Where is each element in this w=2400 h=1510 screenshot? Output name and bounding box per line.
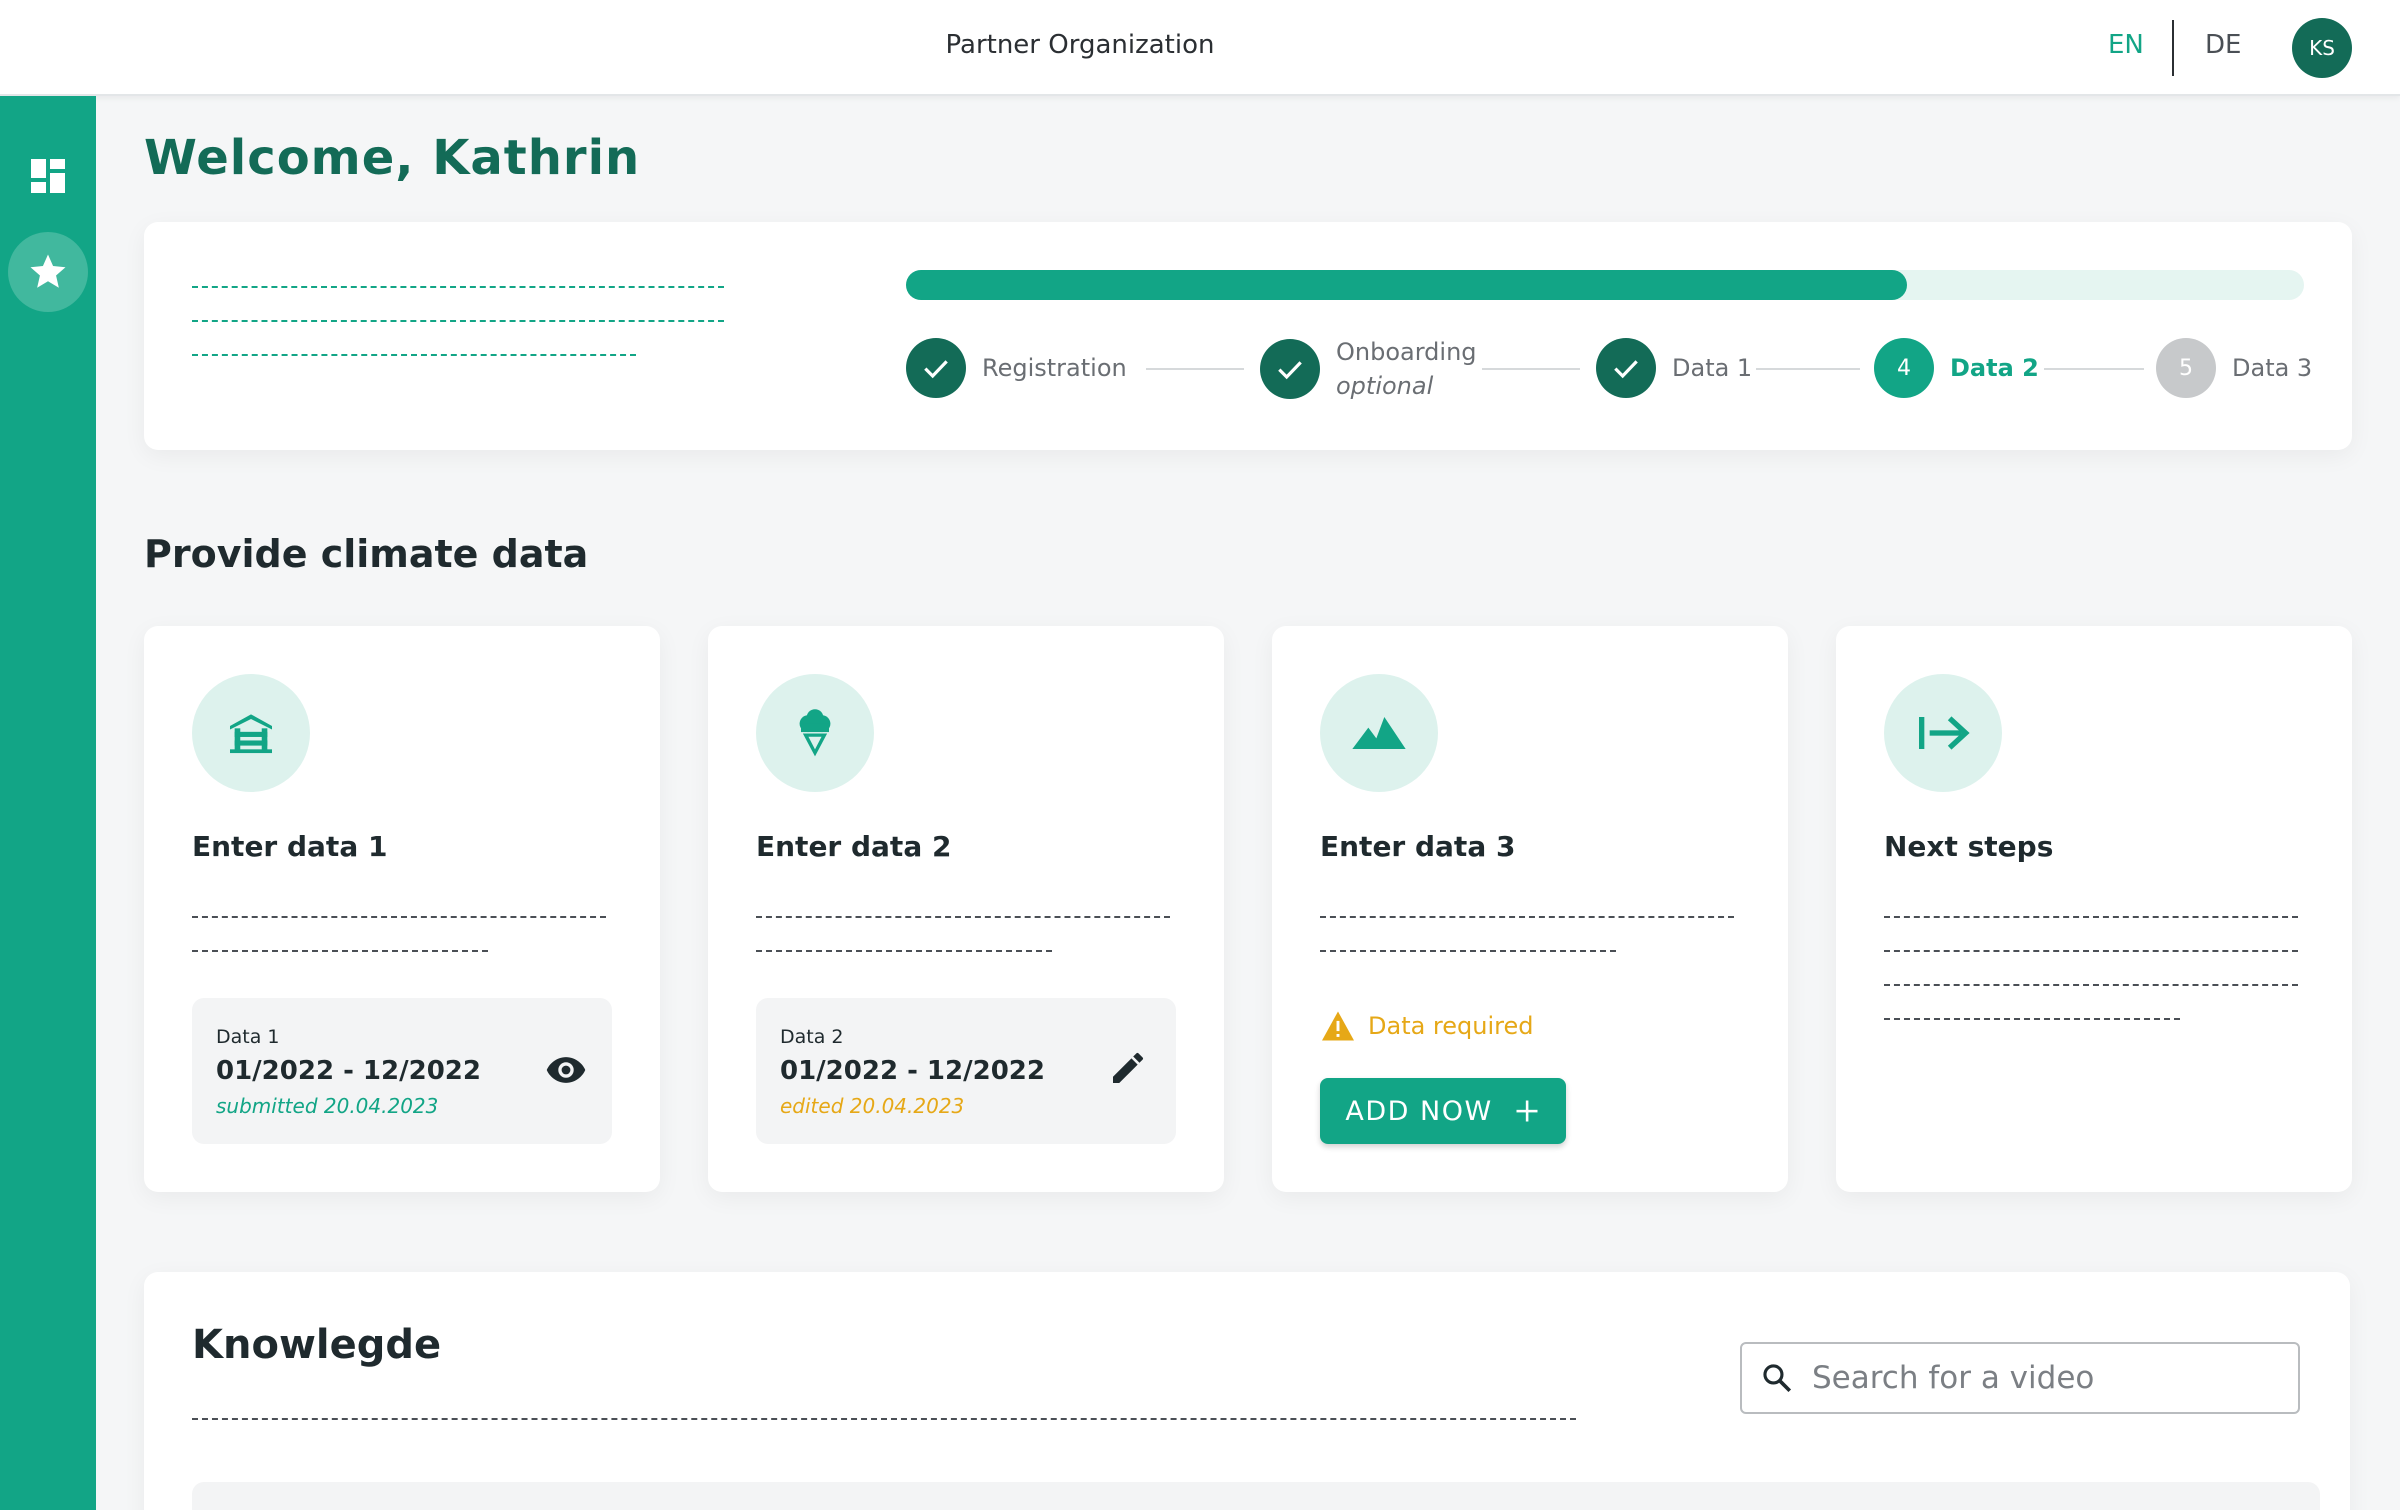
step-registration[interactable]: Registration	[906, 338, 1127, 398]
data-status: edited 20.04.2023	[780, 1094, 965, 1118]
warning-message: Data required	[1320, 1010, 1534, 1042]
pencil-icon[interactable]	[1108, 1048, 1152, 1092]
arrow-right-to-bar-icon	[1884, 674, 2002, 792]
step-connector	[1146, 368, 1244, 370]
step-connector	[1756, 368, 1860, 370]
placeholder-text-line	[192, 950, 488, 952]
data-label: Data 1	[216, 1026, 280, 1048]
placeholder-text-line	[1884, 950, 2298, 952]
knowledge-content-area	[192, 1482, 2320, 1510]
step-connector	[1482, 368, 1580, 370]
search-icon	[1763, 1364, 1792, 1393]
step-onboarding[interactable]: Onboarding optional	[1260, 338, 1477, 400]
mountain-icon	[1320, 674, 1438, 792]
check-icon	[906, 338, 966, 398]
knowledge-section: Knowlegde	[144, 1272, 2350, 1510]
step-data-3[interactable]: 5 Data 3	[2156, 338, 2312, 398]
placeholder-text-line	[1884, 984, 2298, 986]
placeholder-text-line	[1884, 1018, 2180, 1020]
placeholder-text-line	[192, 354, 636, 356]
data-card-1: Enter data 1 Data 1 01/2022 - 12/2022 su…	[144, 626, 660, 1192]
button-label: ADD NOW	[1345, 1095, 1493, 1127]
progress-bar	[906, 270, 2304, 300]
placeholder-text-line	[756, 950, 1052, 952]
star-icon[interactable]	[8, 232, 88, 312]
step-number: 5	[2156, 338, 2216, 398]
step-label: Onboarding optional	[1336, 338, 1477, 400]
cabin-icon	[192, 674, 310, 792]
progress-bar-fill	[906, 270, 1907, 300]
step-data-2[interactable]: 4 Data 2	[1874, 338, 2039, 398]
placeholder-text-line	[192, 1418, 1576, 1420]
ice-cream-icon	[756, 674, 874, 792]
step-label: Data 1	[1672, 354, 1753, 382]
step-label: Registration	[982, 354, 1127, 382]
step-number: 4	[1874, 338, 1934, 398]
organization-name: Partner Organization	[945, 30, 1215, 60]
card-title: Enter data 2	[756, 830, 952, 863]
warning-icon	[1322, 1011, 1354, 1041]
step-label: Data 2	[1950, 354, 2039, 382]
language-divider	[2172, 20, 2174, 76]
knowledge-title: Knowlegde	[192, 1322, 442, 1368]
card-title: Enter data 1	[192, 830, 388, 863]
top-bar: Partner Organization EN DE KS	[0, 0, 2400, 96]
step-sublabel: optional	[1336, 372, 1434, 400]
step-label-text: Onboarding	[1336, 338, 1477, 366]
data-card-3: Enter data 3 Data required ADD NOW	[1272, 626, 1788, 1192]
search-input[interactable]	[1812, 1360, 2272, 1396]
dashboard-icon[interactable]	[30, 158, 66, 194]
step-connector	[2044, 368, 2144, 370]
placeholder-text-line	[1884, 916, 2298, 918]
card-title: Enter data 3	[1320, 830, 1516, 863]
placeholder-text-line	[192, 916, 606, 918]
data-period: 01/2022 - 12/2022	[780, 1056, 1045, 1086]
placeholder-text-line	[192, 320, 724, 322]
data-period: 01/2022 - 12/2022	[216, 1056, 481, 1086]
welcome-heading: Welcome, Kathrin	[144, 130, 641, 186]
data-status: submitted 20.04.2023	[216, 1094, 439, 1118]
sidebar	[0, 96, 96, 1510]
language-en-button[interactable]: EN	[2108, 30, 2144, 60]
plus-icon	[1516, 1100, 1538, 1122]
data-label: Data 2	[780, 1026, 844, 1048]
check-icon	[1596, 338, 1656, 398]
placeholder-text-line	[756, 916, 1170, 918]
add-now-button[interactable]: ADD NOW	[1320, 1078, 1566, 1144]
data-card-2: Enter data 2 Data 2 01/2022 - 12/2022 ed…	[708, 626, 1224, 1192]
data-summary-box: Data 2 01/2022 - 12/2022 edited 20.04.20…	[756, 998, 1176, 1144]
language-de-button[interactable]: DE	[2205, 30, 2241, 60]
progress-card: Registration Onboarding optional Data 1 …	[144, 222, 2352, 450]
video-search-field[interactable]	[1740, 1342, 2300, 1414]
warning-text: Data required	[1368, 1012, 1534, 1040]
check-icon	[1260, 339, 1320, 399]
data-summary-box: Data 1 01/2022 - 12/2022 submitted 20.04…	[192, 998, 612, 1144]
placeholder-text-line	[1320, 950, 1616, 952]
next-steps-card: Next steps	[1836, 626, 2352, 1192]
eye-icon[interactable]	[544, 1048, 588, 1092]
user-avatar[interactable]: KS	[2292, 18, 2352, 78]
section-title: Provide climate data	[144, 532, 589, 576]
placeholder-text-line	[1320, 916, 1734, 918]
placeholder-text-line	[192, 286, 724, 288]
card-title: Next steps	[1884, 830, 2054, 863]
step-label: Data 3	[2232, 354, 2313, 382]
step-data-1[interactable]: Data 1	[1596, 338, 1752, 398]
